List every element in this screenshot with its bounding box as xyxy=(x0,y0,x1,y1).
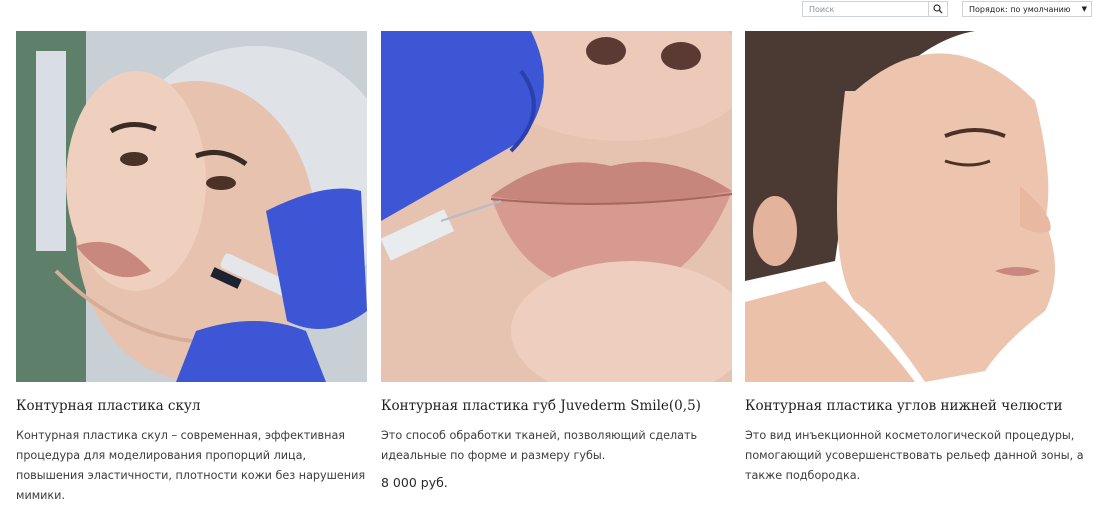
product-photo-lips xyxy=(381,31,732,382)
sort-select-label: Порядок: по умолчанию xyxy=(969,4,1071,14)
product-image[interactable] xyxy=(381,31,732,382)
product-card[interactable]: Контурная пластика углов нижней челюсти … xyxy=(745,31,1096,486)
product-photo-cheekbones xyxy=(16,31,367,382)
product-card[interactable]: Контурная пластика губ Juvederm Smile(0,… xyxy=(381,31,732,490)
search-input[interactable] xyxy=(803,2,935,16)
sort-select[interactable]: Порядок: по умолчанию ▼ xyxy=(962,1,1092,17)
product-image[interactable] xyxy=(16,31,367,382)
product-description: Это вид инъекционной косметологической п… xyxy=(745,429,1084,482)
product-photo-jawline xyxy=(745,31,1096,382)
product-title[interactable]: Контурная пластика губ Juvederm Smile(0,… xyxy=(381,397,732,415)
product-description: Это способ обработки тканей, позволяющий… xyxy=(381,429,698,462)
search-icon xyxy=(933,4,943,14)
search-button[interactable] xyxy=(928,2,947,16)
toolbar: Порядок: по умолчанию ▼ xyxy=(0,0,1105,22)
chevron-down-icon: ▼ xyxy=(1081,5,1087,13)
product-title[interactable]: Контурная пластика углов нижней челюсти xyxy=(745,397,1096,415)
product-title[interactable]: Контурная пластика скул xyxy=(16,397,367,415)
product-price: 8 000 руб. xyxy=(381,475,448,490)
search-box xyxy=(802,1,948,17)
product-image[interactable] xyxy=(745,31,1096,382)
product-card[interactable]: Контурная пластика скул Контурная пласти… xyxy=(16,31,367,506)
product-description: Контурная пластика скул – современная, э… xyxy=(16,429,366,502)
